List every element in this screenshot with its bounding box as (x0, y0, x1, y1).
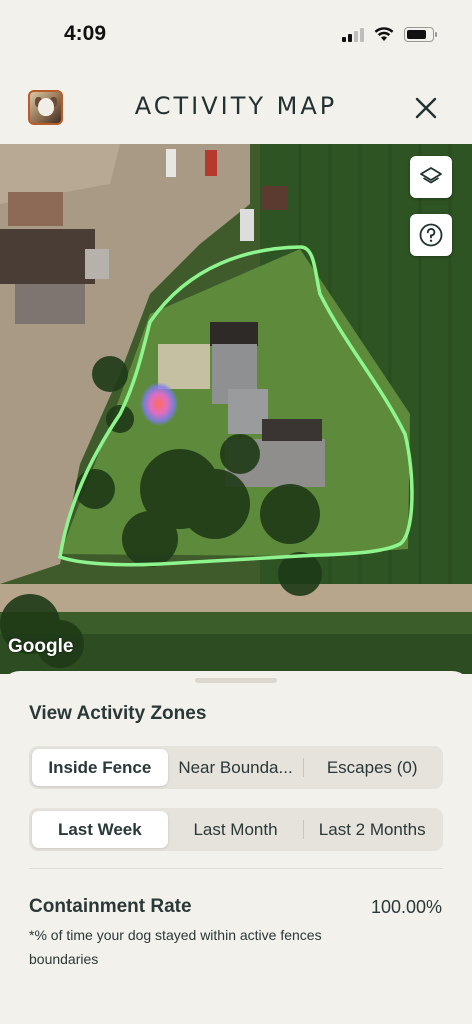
divider (29, 868, 443, 869)
page-title: ACTIVITY MAP (134, 92, 338, 120)
map-layers-button[interactable] (410, 156, 452, 198)
tab-last-2-months[interactable]: Last 2 Months (304, 811, 440, 848)
status-icons (342, 26, 437, 42)
wifi-icon (374, 27, 394, 41)
satellite-imagery (0, 144, 472, 674)
map-help-button[interactable] (410, 214, 452, 256)
google-attribution: Google (8, 636, 74, 657)
period-segmented-control: Last Week Last Month Last 2 Months (29, 808, 443, 851)
close-button[interactable] (412, 94, 440, 122)
zone-segmented-control: Inside Fence Near Bounda... Escapes (0) (29, 746, 443, 789)
status-time: 4:09 (64, 22, 107, 45)
header: ACTIVITY MAP (0, 70, 472, 144)
tab-inside-fence[interactable]: Inside Fence (32, 749, 168, 786)
containment-rate-note: *% of time your dog stayed within active… (29, 927, 322, 967)
cellular-signal-icon (342, 26, 364, 42)
layers-icon (420, 167, 442, 184)
activity-sheet: View Activity Zones Inside Fence Near Bo… (0, 671, 472, 1024)
help-icon (419, 223, 443, 247)
containment-rate-value: 100.00% (370, 897, 442, 917)
status-bar: 4:09 (0, 0, 472, 70)
close-icon (415, 97, 437, 119)
tab-near-boundary[interactable]: Near Bounda... (168, 749, 304, 786)
tab-last-month[interactable]: Last Month (168, 811, 304, 848)
sheet-grabber[interactable] (195, 678, 277, 683)
tab-escapes[interactable]: Escapes (0) (304, 749, 440, 786)
tab-last-week[interactable]: Last Week (32, 811, 168, 848)
section-title: View Activity Zones (29, 703, 207, 724)
battery-icon (404, 27, 437, 42)
containment-rate-label: Containment Rate (29, 896, 192, 917)
activity-map[interactable]: Google (0, 144, 472, 674)
